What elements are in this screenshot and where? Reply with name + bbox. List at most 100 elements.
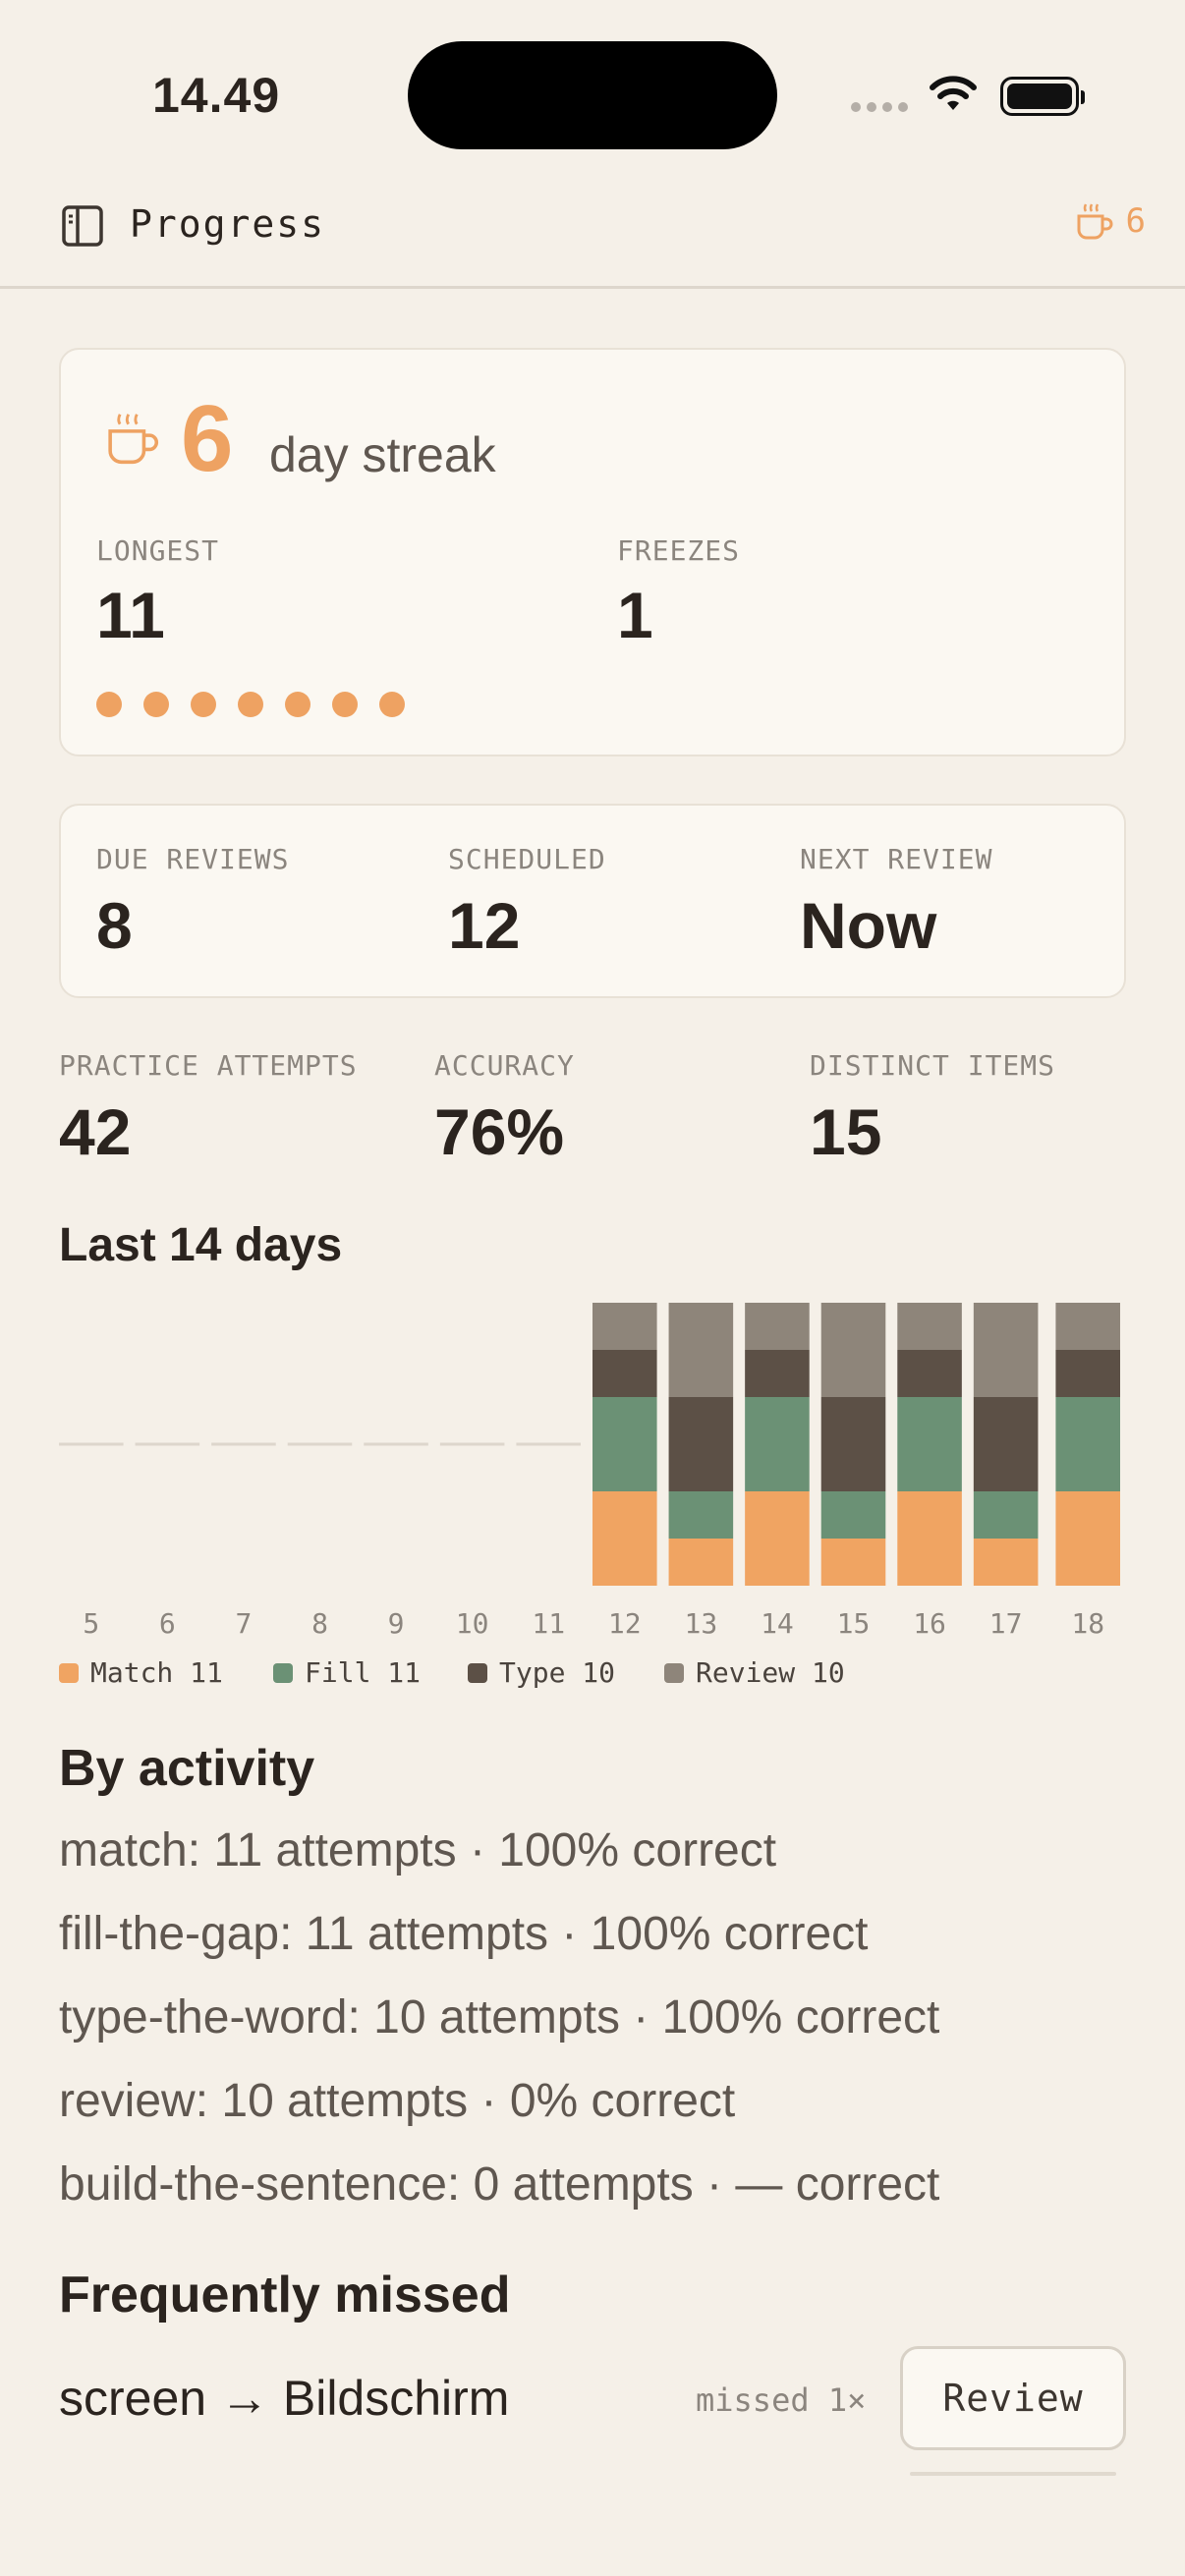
bar-segment-review bbox=[820, 1303, 886, 1397]
page-title: Progress bbox=[130, 202, 326, 246]
longest-value: 11 bbox=[96, 579, 165, 651]
streak-dot bbox=[238, 692, 263, 717]
bar-segment-fill bbox=[668, 1491, 734, 1539]
by-activity-title: By activity bbox=[59, 1740, 315, 1797]
status-time: 14.49 bbox=[152, 68, 281, 123]
bar-segment-fill bbox=[820, 1491, 886, 1539]
streak-dot bbox=[285, 692, 310, 717]
missed-item-count: missed 1× bbox=[696, 2381, 867, 2419]
bar-segment-review bbox=[1055, 1303, 1120, 1350]
bar-segment-match bbox=[820, 1539, 886, 1586]
freezes-label: FREEZES bbox=[617, 534, 741, 567]
bar-segment-match bbox=[973, 1539, 1039, 1586]
bar-segment-review bbox=[973, 1303, 1039, 1397]
legend-label: Review 10 bbox=[696, 1656, 845, 1689]
bar-segment-type bbox=[668, 1397, 734, 1491]
activity-row: review: 10 attempts · 0% correct bbox=[59, 2075, 736, 2127]
next-review-value: Now bbox=[800, 889, 937, 962]
legend-swatch bbox=[468, 1662, 487, 1683]
legend-label: Fill 11 bbox=[305, 1656, 422, 1689]
bar-segment-type bbox=[897, 1350, 962, 1397]
legend-item: Review 10 bbox=[664, 1656, 845, 1689]
x-tick-label: 6 bbox=[159, 1607, 176, 1640]
bar-segment-match bbox=[897, 1491, 962, 1586]
reviews-card: DUE REVIEWS 8 SCHEDULED 12 NEXT REVIEW N… bbox=[59, 804, 1126, 998]
activity-row: type-the-word: 10 attempts · 100% correc… bbox=[59, 1991, 940, 2044]
x-tick-label: 11 bbox=[532, 1607, 565, 1640]
cellular-signal-icon bbox=[851, 102, 908, 112]
x-tick-label: 12 bbox=[608, 1607, 642, 1640]
x-tick-label: 13 bbox=[684, 1607, 717, 1640]
practice-attempts-label: PRACTICE ATTEMPTS bbox=[59, 1049, 358, 1082]
coffee-cup-icon bbox=[1077, 203, 1112, 240]
sidebar-icon[interactable] bbox=[61, 204, 104, 248]
legend-swatch bbox=[664, 1662, 684, 1683]
x-tick-label: 10 bbox=[456, 1607, 489, 1640]
streak-dot bbox=[379, 692, 405, 717]
accuracy-label: ACCURACY bbox=[434, 1049, 575, 1082]
legend-item: Fill 11 bbox=[273, 1656, 421, 1689]
activity-row: fill-the-gap: 11 attempts · 100% correct bbox=[59, 1908, 869, 1960]
bar-segment-type bbox=[973, 1397, 1039, 1491]
bar-segment-fill bbox=[592, 1397, 657, 1491]
x-tick-label: 17 bbox=[989, 1607, 1023, 1640]
bar-segment-fill bbox=[745, 1397, 810, 1491]
bar-segment-match bbox=[668, 1539, 734, 1586]
next-item-edge bbox=[910, 2472, 1116, 2476]
scheduled-value: 12 bbox=[448, 889, 521, 962]
wifi-icon bbox=[930, 76, 977, 110]
activity-chart: 5 6 7 8 9 10 11 12 13 14 15 16 17 18 bbox=[59, 1303, 1120, 1640]
streak-count: 6 bbox=[1125, 201, 1146, 241]
legend-item: Type 10 bbox=[468, 1656, 615, 1689]
missed-item-word: screen → Bildschirm bbox=[59, 2371, 510, 2426]
bar-segment-review bbox=[668, 1303, 734, 1397]
bar-segment-review bbox=[745, 1303, 810, 1350]
scheduled-label: SCHEDULED bbox=[448, 843, 606, 875]
due-reviews-value: 8 bbox=[96, 889, 133, 962]
legend-label: Match 11 bbox=[90, 1656, 223, 1689]
accuracy-value: 76% bbox=[434, 1095, 565, 1168]
x-tick-label: 18 bbox=[1071, 1607, 1104, 1640]
chart-title: Last 14 days bbox=[59, 1219, 343, 1271]
streak-card: 6 day streak LONGEST 11 FREEZES 1 bbox=[59, 348, 1126, 756]
legend-item: Match 11 bbox=[59, 1656, 223, 1689]
streak-dot bbox=[143, 692, 169, 717]
x-tick-label: 7 bbox=[235, 1607, 252, 1640]
bar-segment-match bbox=[592, 1491, 657, 1586]
bar-segment-type bbox=[1055, 1350, 1120, 1397]
bar-segment-type bbox=[820, 1397, 886, 1491]
x-tick-label: 9 bbox=[388, 1607, 405, 1640]
review-button[interactable]: Review bbox=[900, 2346, 1126, 2450]
bar-segment-fill bbox=[973, 1491, 1039, 1539]
legend-label: Type 10 bbox=[499, 1656, 616, 1689]
activity-row: match: 11 attempts · 100% correct bbox=[59, 1824, 777, 1876]
bar-segment-match bbox=[1055, 1491, 1120, 1586]
freezes-value: 1 bbox=[617, 579, 653, 651]
bar-segment-type bbox=[592, 1350, 657, 1397]
activity-row: build-the-sentence: 0 attempts · — corre… bbox=[59, 2158, 940, 2211]
navigation-bar: Progress 6 bbox=[0, 187, 1185, 289]
streak-indicator[interactable]: 6 bbox=[1075, 200, 1146, 242]
streak-dot bbox=[191, 692, 216, 717]
streak-number: 6 bbox=[181, 386, 234, 491]
coffee-cup-icon bbox=[108, 414, 158, 465]
x-tick-label: 8 bbox=[311, 1607, 328, 1640]
legend-swatch bbox=[59, 1662, 79, 1683]
practice-attempts-value: 42 bbox=[59, 1095, 132, 1168]
legend-swatch bbox=[273, 1662, 293, 1683]
bar-segment-fill bbox=[1055, 1397, 1120, 1491]
frequently-missed-title: Frequently missed bbox=[59, 2267, 511, 2324]
due-reviews-label: DUE REVIEWS bbox=[96, 843, 290, 875]
bar-segment-type bbox=[745, 1350, 810, 1397]
x-tick-label: 16 bbox=[913, 1607, 946, 1640]
longest-label: LONGEST bbox=[96, 534, 220, 567]
bar-segment-review bbox=[897, 1303, 962, 1350]
next-review-label: NEXT REVIEW bbox=[800, 843, 993, 875]
dynamic-island bbox=[408, 41, 777, 149]
x-tick-label: 5 bbox=[83, 1607, 99, 1640]
streak-dot bbox=[96, 692, 122, 717]
distinct-items-value: 15 bbox=[810, 1095, 882, 1168]
distinct-items-label: DISTINCT ITEMS bbox=[810, 1049, 1056, 1082]
bar-segment-fill bbox=[897, 1397, 962, 1491]
streak-label: day streak bbox=[269, 427, 496, 482]
